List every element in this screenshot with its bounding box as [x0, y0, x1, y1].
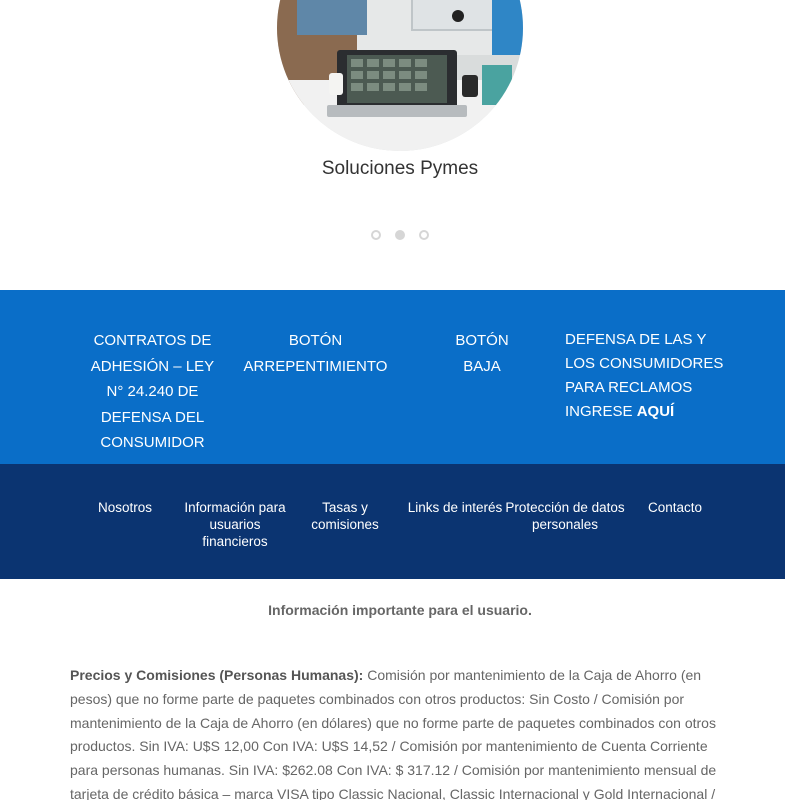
footer-link-tasas-comisiones[interactable]: Tasas y comisiones: [300, 499, 390, 533]
contratos-adhesion-link[interactable]: CONTRATOS DE ADHESIÓN – LEY N° 24.240 DE…: [85, 328, 220, 456]
office-photo-image: [277, 0, 523, 151]
defensa-consumidores-text: DEFENSA DE LAS Y LOS CONSUMIDORES PARA R…: [565, 328, 735, 424]
info-body: Comisión por mantenimiento de la Caja de…: [70, 667, 717, 800]
footer-link-links-interes[interactable]: Links de interés: [400, 499, 510, 516]
info-lead: Precios y Comisiones (Personas Humanas):: [70, 667, 364, 683]
slide-photo: [277, 0, 523, 151]
carousel-dot-1[interactable]: [371, 230, 381, 240]
carousel-dot-3[interactable]: [419, 230, 429, 240]
carousel-dot-2[interactable]: [395, 230, 405, 240]
footer-link-contacto[interactable]: Contacto: [635, 499, 715, 516]
footer-link-nosotros[interactable]: Nosotros: [80, 499, 170, 516]
footer-link-proteccion-datos[interactable]: Protección de datos personales: [505, 499, 625, 533]
aqui-link[interactable]: AQUÍ: [637, 403, 675, 420]
consumer-links-band: CONTRATOS DE ADHESIÓN – LEY N° 24.240 DE…: [0, 290, 785, 464]
slide-title: Soluciones Pymes: [321, 158, 479, 179]
footer-nav: Nosotros Información para usuarios finan…: [0, 464, 785, 579]
boton-arrepentimiento-link[interactable]: BOTÓN ARREPENTIMIENTO: [238, 328, 393, 379]
carousel-dots: [370, 230, 430, 240]
carousel: Soluciones Pymes: [0, 0, 785, 290]
footer-link-informacion-usuarios[interactable]: Información para usuarios financieros: [175, 499, 295, 550]
info-title: Información importante para el usuario.: [268, 602, 532, 618]
boton-baja-link[interactable]: BOTÓN BAJA: [446, 328, 518, 379]
info-paragraph: Precios y Comisiones (Personas Humanas):…: [70, 664, 720, 800]
